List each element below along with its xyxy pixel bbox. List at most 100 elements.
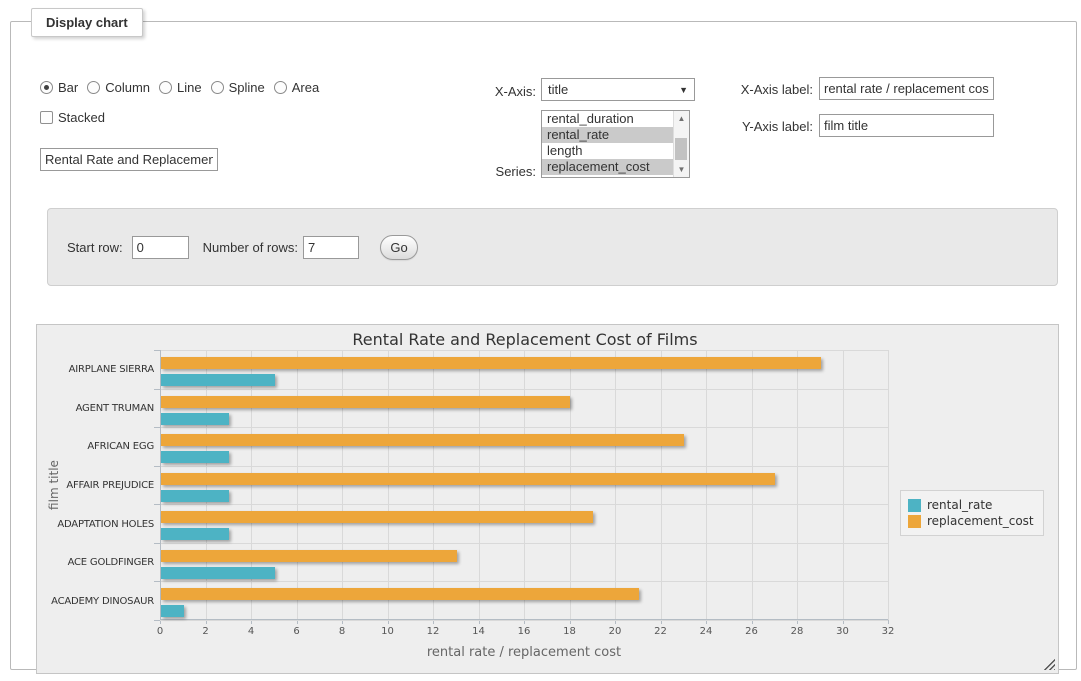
series-option-rental_duration[interactable]: rental_duration (542, 111, 689, 127)
yaxis-label-input[interactable] (819, 114, 994, 137)
x-tick-label: 26 (732, 626, 772, 637)
gridline (160, 504, 888, 505)
gridline (160, 466, 888, 467)
chevron-down-icon: ▼ (679, 85, 688, 95)
xaxis-label-label: X-Axis label: (723, 82, 813, 97)
display-chart-fieldset: Display chart BarColumnLineSplineArea St… (10, 21, 1077, 670)
y-axis-tick (154, 620, 160, 621)
x-tick-label: 10 (368, 626, 408, 637)
category-label: AIRPLANE SIERRA (42, 364, 154, 375)
bar-replacement_cost (161, 588, 639, 600)
plot-area: 02468101214161820222426283032AIRPLANE SI… (160, 350, 888, 620)
chart-container: Rental Rate and Replacement Cost of Film… (36, 324, 1059, 674)
bar-rental_rate (161, 374, 275, 386)
row-range-panel: Start row: Number of rows: Go (47, 208, 1058, 286)
chart-type-label-area[interactable]: Area (292, 80, 319, 95)
x-tick-label: 24 (686, 626, 726, 637)
category-label: AFFAIR PREJUDICE (42, 480, 154, 491)
x-tick-label: 2 (186, 626, 226, 637)
num-rows-input[interactable] (303, 236, 359, 259)
xaxis-label-input[interactable] (819, 77, 994, 100)
x-tick-label: 0 (140, 626, 180, 637)
gridline (570, 350, 571, 620)
gridline (661, 350, 662, 620)
series-select-label: Series: (466, 164, 536, 179)
legend-item-rental_rate[interactable]: rental_rate (908, 498, 1034, 512)
chart-type-label-bar[interactable]: Bar (58, 80, 78, 95)
gridline (433, 350, 434, 620)
start-row-input[interactable] (132, 236, 189, 259)
chart-type-radio-spline[interactable] (211, 81, 224, 94)
gridline (342, 350, 343, 620)
chart-type-radio-column[interactable] (87, 81, 100, 94)
gridline (160, 581, 888, 582)
series-option-rental_rate[interactable]: rental_rate (542, 127, 689, 143)
gridline (479, 350, 480, 620)
bar-replacement_cost (161, 396, 570, 408)
bar-rental_rate (161, 413, 229, 425)
x-tick-label: 32 (868, 626, 908, 637)
x-tick-label: 4 (231, 626, 271, 637)
xaxis-select-label: X-Axis: (466, 84, 536, 99)
chart-type-radio-area[interactable] (274, 81, 287, 94)
resize-handle-icon[interactable] (1043, 658, 1055, 670)
gridline (160, 427, 888, 428)
scroll-down-icon[interactable]: ▼ (678, 165, 686, 177)
gridline (160, 620, 888, 621)
scroll-up-icon[interactable]: ▲ (678, 111, 686, 123)
stacked-checkbox[interactable] (40, 111, 53, 124)
gridline (251, 350, 252, 620)
stacked-label[interactable]: Stacked (58, 110, 105, 125)
x-tick-label: 30 (823, 626, 863, 637)
chart-title-input[interactable] (40, 148, 218, 171)
bar-rental_rate (161, 567, 275, 579)
gridline (706, 350, 707, 620)
chart-type-label-column[interactable]: Column (105, 80, 150, 95)
stacked-row: Stacked (40, 110, 105, 125)
gridline (297, 350, 298, 620)
y-axis-line (160, 350, 161, 620)
chart-type-label-line[interactable]: Line (177, 80, 202, 95)
fieldset-legend: Display chart (31, 8, 143, 37)
gridline (160, 389, 888, 390)
x-tick-label: 6 (277, 626, 317, 637)
xaxis-select-value: title (548, 82, 568, 97)
xaxis-select[interactable]: title ▼ (541, 78, 695, 101)
bar-replacement_cost (161, 473, 775, 485)
gridline (797, 350, 798, 620)
legend-item-replacement_cost[interactable]: replacement_cost (908, 514, 1034, 528)
chart-type-radio-bar[interactable] (40, 81, 53, 94)
chart-type-radio-line[interactable] (159, 81, 172, 94)
legend-swatch-icon (908, 515, 921, 528)
series-options: rental_durationrental_ratelengthreplacem… (542, 111, 689, 175)
x-tick-label: 14 (459, 626, 499, 637)
category-label: AGENT TRUMAN (42, 403, 154, 414)
category-label: ACADEMY DINOSAUR (42, 596, 154, 607)
series-multiselect[interactable]: rental_durationrental_ratelengthreplacem… (541, 110, 690, 178)
x-tick-label: 20 (595, 626, 635, 637)
bar-replacement_cost (161, 434, 684, 446)
x-tick-label: 28 (777, 626, 817, 637)
x-tick-label: 8 (322, 626, 362, 637)
chart-type-label-spline[interactable]: Spline (229, 80, 265, 95)
bar-replacement_cost (161, 357, 821, 369)
bar-rental_rate (161, 528, 229, 540)
go-button[interactable]: Go (380, 235, 418, 260)
series-option-replacement_cost[interactable]: replacement_cost (542, 159, 689, 175)
x-axis-tick (888, 620, 889, 624)
series-option-length[interactable]: length (542, 143, 689, 159)
category-label: AFRICAN EGG (42, 441, 154, 452)
gridline (843, 350, 844, 620)
x-tick-label: 12 (413, 626, 453, 637)
gridline (206, 350, 207, 620)
x-axis-title: rental rate / replacement cost (160, 645, 888, 660)
legend-label: rental_rate (927, 498, 992, 512)
bar-replacement_cost (161, 511, 593, 523)
start-row-label: Start row: (67, 240, 123, 255)
bar-rental_rate (161, 605, 184, 617)
page: Display chart Bar Column Line Spline Area St… (0, 0, 1081, 681)
x-tick-label: 16 (504, 626, 544, 637)
gridline (160, 543, 888, 544)
category-label: ACE GOLDFINGER (42, 557, 154, 568)
scrollbar-thumb[interactable] (675, 138, 687, 160)
